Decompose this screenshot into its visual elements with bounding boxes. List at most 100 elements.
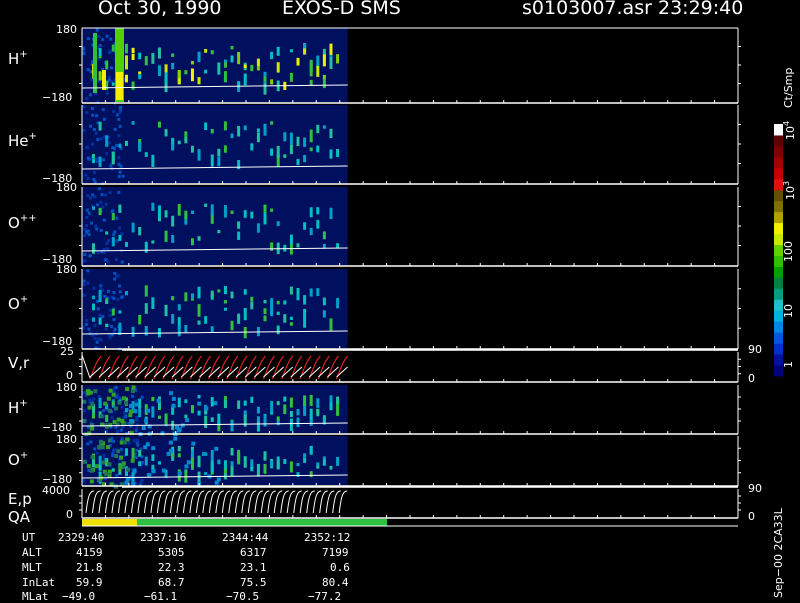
spectrogram-stripe <box>124 74 128 83</box>
spectrogram-noise-cell <box>107 333 111 337</box>
spectrogram-noise-cell <box>113 128 117 132</box>
spectrogram-noise-cell <box>117 190 121 194</box>
spectrogram-cell <box>180 423 185 428</box>
spectrogram-noise-cell <box>86 442 90 446</box>
spectrogram-stripe <box>309 471 313 478</box>
y-top-4: 180 <box>56 263 77 276</box>
spectrogram-stripe <box>164 413 168 424</box>
spectrogram-stripe <box>118 234 122 241</box>
spectrogram-noise-cell <box>92 397 96 401</box>
spectrogram-cell <box>214 446 219 451</box>
header-time: 23:29:40 <box>658 0 744 19</box>
spectrogram-noise-cell <box>112 389 116 393</box>
colorbar-swatch <box>774 343 783 355</box>
spectrogram-stripe <box>190 145 194 153</box>
spectrogram-noise-cell <box>135 426 139 430</box>
radius-start-line <box>81 354 91 379</box>
spectrogram-stripe <box>124 140 128 146</box>
spectrogram-stripe <box>111 44 115 52</box>
spectrogram-noise-cell <box>96 203 100 207</box>
spectrogram-low-energy-cell <box>121 461 126 466</box>
spectrogram-noise-cell <box>109 37 113 41</box>
colorbar-swatch <box>774 167 783 180</box>
spectrogram-stripe <box>138 450 142 457</box>
spectrogram-low-energy-cell <box>124 400 129 405</box>
spectrogram-stripe <box>171 234 175 243</box>
spectrogram-cell <box>216 477 221 482</box>
spectrogram-noise-cell <box>87 157 91 161</box>
spectrogram-stripe <box>177 325 181 337</box>
spectrogram-stripe <box>250 143 254 151</box>
spectrogram-stripe <box>296 417 300 428</box>
spectrogram-noise-cell <box>95 227 99 231</box>
spectrogram-noise-cell <box>110 416 114 420</box>
spectrogram-noise-cell <box>96 307 100 311</box>
spectrogram-noise-cell <box>136 443 140 447</box>
spectrogram-noise-cell <box>82 326 86 330</box>
spectrogram-noise-cell <box>95 340 99 344</box>
spectrogram-cell <box>134 402 139 407</box>
spectrogram-cell <box>201 452 206 457</box>
spectrogram-stripe <box>250 301 254 310</box>
spectrogram-noise-cell <box>118 170 122 174</box>
spectrogram-stripe <box>329 128 333 139</box>
spectrogram-stripe <box>289 72 293 82</box>
spectrogram-noise-cell <box>116 274 120 278</box>
spectrogram-stripe <box>210 204 214 216</box>
spectrogram-stripe <box>171 144 175 150</box>
spectrogram-noise-cell <box>111 109 115 113</box>
spectrogram-stripe <box>111 213 115 221</box>
spectrogram-stripe <box>151 454 155 462</box>
spectrogram-low-energy-cell <box>97 445 102 450</box>
spectrogram-stripe <box>309 129 313 143</box>
spectrogram-stripe <box>289 418 293 431</box>
panel-label-o-plus-1: O+ <box>8 294 29 313</box>
spectrogram-low-energy-cell <box>122 440 127 445</box>
spectrogram-low-energy-cell <box>118 465 123 470</box>
spectrogram-stripe <box>171 314 175 324</box>
spectrogram-noise-cell <box>113 327 117 331</box>
radius-trace <box>190 366 202 378</box>
spectrogram-stripe <box>144 241 148 253</box>
spectrogram-noise-cell <box>99 200 103 204</box>
spectrogram-stripe <box>329 465 333 470</box>
y-top-5: 25 <box>60 345 74 358</box>
spectrogram-noise-cell <box>97 395 101 399</box>
radius-trace <box>144 366 157 378</box>
spectrogram-noise-cell <box>114 239 118 243</box>
spectrogram-noise-cell <box>93 323 97 327</box>
footer-code: Sep−00 2CA33L <box>772 508 785 598</box>
spectrogram-stripe <box>289 322 293 326</box>
spectrogram-cell <box>141 426 146 431</box>
spectrogram-low-energy-cell <box>106 396 111 401</box>
spectrogram-low-energy-cell <box>94 464 99 469</box>
spectrogram-stripe <box>151 154 155 167</box>
radius-trace <box>336 366 348 378</box>
y-top-1: 180 <box>56 23 77 36</box>
spectrogram-noise-cell <box>135 448 139 452</box>
spectrogram-noise-cell <box>108 313 112 317</box>
spectrogram-stripe <box>177 453 181 458</box>
spectrogram-stripe <box>210 154 214 167</box>
qa-bar-green <box>137 519 387 526</box>
spectrogram-stripe <box>223 121 227 131</box>
spectrogram-stripe <box>111 237 115 247</box>
spectrogram-noise-cell <box>113 277 117 281</box>
spectrogram-noise-cell <box>108 336 112 340</box>
h-plus-peak-column <box>116 72 123 100</box>
spectrogram-noise-cell <box>109 164 113 168</box>
spectrogram-stripe <box>250 64 254 72</box>
spectrogram-noise-cell <box>131 394 135 398</box>
spectrogram-stripe <box>322 231 326 240</box>
spectrogram-stripe <box>283 132 287 142</box>
right-top-8: 90 <box>748 482 762 495</box>
spectrogram-stripe <box>131 121 135 125</box>
spectrogram-stripe <box>263 451 267 461</box>
spectrogram-stripe <box>223 205 227 218</box>
spectrogram-stripe <box>270 208 274 212</box>
spectrogram-noise-cell <box>116 297 120 301</box>
spectrogram-stripe <box>309 394 313 406</box>
spectrogram-stripe <box>276 145 280 158</box>
spectrogram-low-energy-cell <box>130 389 135 394</box>
spectrogram-noise-cell <box>117 162 121 166</box>
